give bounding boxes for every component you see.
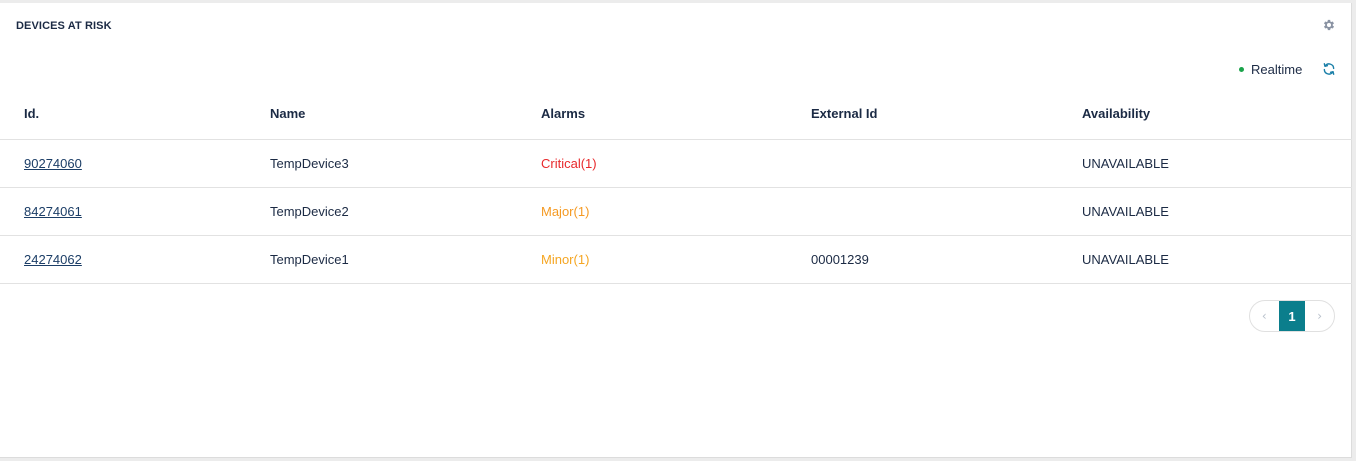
widget-title: DEVICES AT RISK [16,20,112,32]
column-header-alarms[interactable]: Alarms [541,87,811,140]
chevron-right-icon[interactable]: › [1305,301,1334,331]
device-id-link[interactable]: 90274060 [24,156,82,171]
column-header-external-id[interactable]: External Id [811,87,1082,140]
column-header-availability[interactable]: Availability [1082,87,1352,140]
table-row: 24274062 TempDevice1 Minor(1) 00001239 U… [0,235,1352,284]
chevron-left-icon[interactable]: ‹ [1250,301,1279,331]
cell-availability: UNAVAILABLE [1082,235,1352,284]
devices-at-risk-widget: DEVICES AT RISK Realtime Id. Name Alarms… [0,3,1352,458]
alarm-badge-major: Major(1) [541,204,590,219]
device-id-link[interactable]: 24274062 [24,252,82,267]
devices-table: Id. Name Alarms External Id Availability… [0,87,1352,284]
cell-external-id [811,139,1082,188]
alarm-badge-minor: Minor(1) [541,252,590,267]
column-header-name[interactable]: Name [270,87,541,140]
page-button-current[interactable]: 1 [1278,301,1306,331]
cell-availability: UNAVAILABLE [1082,139,1352,188]
table-row: 90274060 TempDevice3 Critical(1) UNAVAIL… [0,139,1352,188]
refresh-icon[interactable] [1322,62,1336,76]
table-row: 84274061 TempDevice2 Major(1) UNAVAILABL… [0,187,1352,236]
cell-id: 84274061 [0,187,270,236]
table-header-row: Id. Name Alarms External Id Availability [0,87,1352,140]
column-header-id[interactable]: Id. [0,87,270,140]
pagination: ‹ 1 › [1249,300,1335,332]
cell-external-id: 00001239 [811,235,1082,284]
realtime-toggle[interactable]: Realtime [1239,59,1302,79]
cell-availability: UNAVAILABLE [1082,187,1352,236]
realtime-status-dot [1239,66,1244,72]
cell-alarms: Minor(1) [541,235,811,284]
cell-id: 90274060 [0,139,270,188]
cell-alarms: Major(1) [541,187,811,236]
alarm-badge-critical: Critical(1) [541,156,597,171]
gear-icon[interactable] [1322,18,1336,32]
cell-alarms: Critical(1) [541,139,811,188]
cell-name: TempDevice2 [270,187,541,236]
cell-external-id [811,187,1082,236]
cell-name: TempDevice1 [270,235,541,284]
realtime-label: Realtime [1251,61,1303,77]
device-id-link[interactable]: 84274061 [24,204,82,219]
cell-id: 24274062 [0,235,270,284]
cell-name: TempDevice3 [270,139,541,188]
